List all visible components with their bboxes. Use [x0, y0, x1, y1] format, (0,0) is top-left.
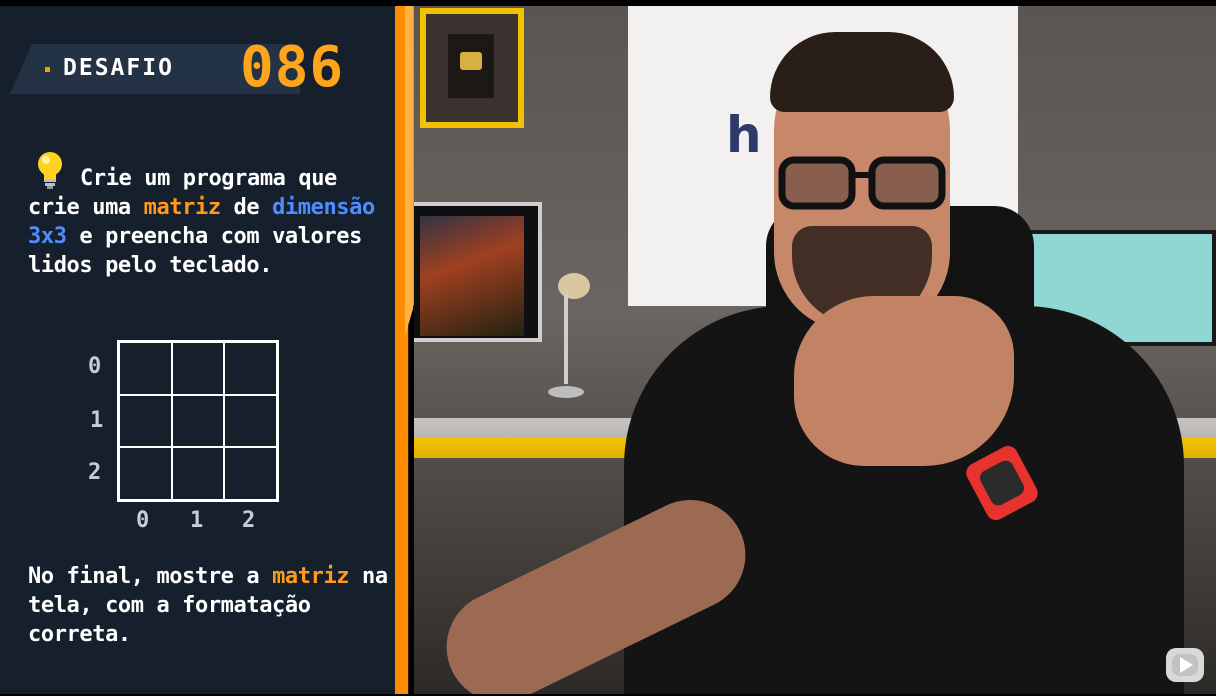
- row-label-0: 0: [88, 354, 102, 379]
- col-label-0: 0: [136, 508, 150, 533]
- matrix-cell: [171, 342, 225, 395]
- banner-bullet-icon: [45, 67, 50, 72]
- footer-text-1: No final, mostre a: [28, 564, 273, 589]
- matrix-cell: [119, 447, 172, 500]
- matrix-cell: [171, 447, 225, 500]
- matrix-cell: [224, 394, 277, 448]
- background-monitor-left: [414, 202, 542, 342]
- prompt-text-2: de: [220, 195, 273, 220]
- desk-lamp-icon: [548, 273, 590, 398]
- monitor-screen: [420, 216, 524, 336]
- challenge-number: 086: [240, 35, 345, 100]
- col-label-2: 2: [242, 508, 256, 533]
- challenge-footer: No final, mostre a matriz na tela, com a…: [28, 562, 388, 649]
- play-button-award-icon: [460, 52, 482, 70]
- wall-logo: h: [726, 106, 762, 164]
- row-label-2: 2: [88, 460, 102, 485]
- matrix-cell: [224, 342, 277, 395]
- matrix-cell: [171, 394, 225, 448]
- wall-frame: [420, 8, 524, 128]
- frame-plaque: [448, 34, 494, 98]
- presenter-hand: [794, 296, 1014, 466]
- challenge-prompt: Crie um programa que crie uma matriz de …: [28, 164, 388, 280]
- matrix-cell: [224, 447, 277, 500]
- banner-label: DESAFIO: [63, 55, 174, 81]
- presenter-hair: [770, 32, 954, 112]
- youtube-play-icon[interactable]: [1166, 648, 1204, 682]
- row-label-1: 1: [90, 408, 104, 433]
- col-label-1: 1: [190, 508, 204, 533]
- prompt-highlight-matrix: matriz: [143, 195, 221, 220]
- prompt-text-3: e preencha com valores lidos pelo teclad…: [28, 224, 362, 278]
- watch-face: [977, 457, 1027, 509]
- video-frame[interactable]: h: [414, 6, 1216, 694]
- matrix-cell: [119, 394, 172, 448]
- footer-highlight-matrix: matriz: [272, 564, 350, 589]
- glasses-icon: [778, 156, 946, 210]
- matrix-cell: [119, 342, 172, 395]
- matrix-grid: [117, 340, 279, 502]
